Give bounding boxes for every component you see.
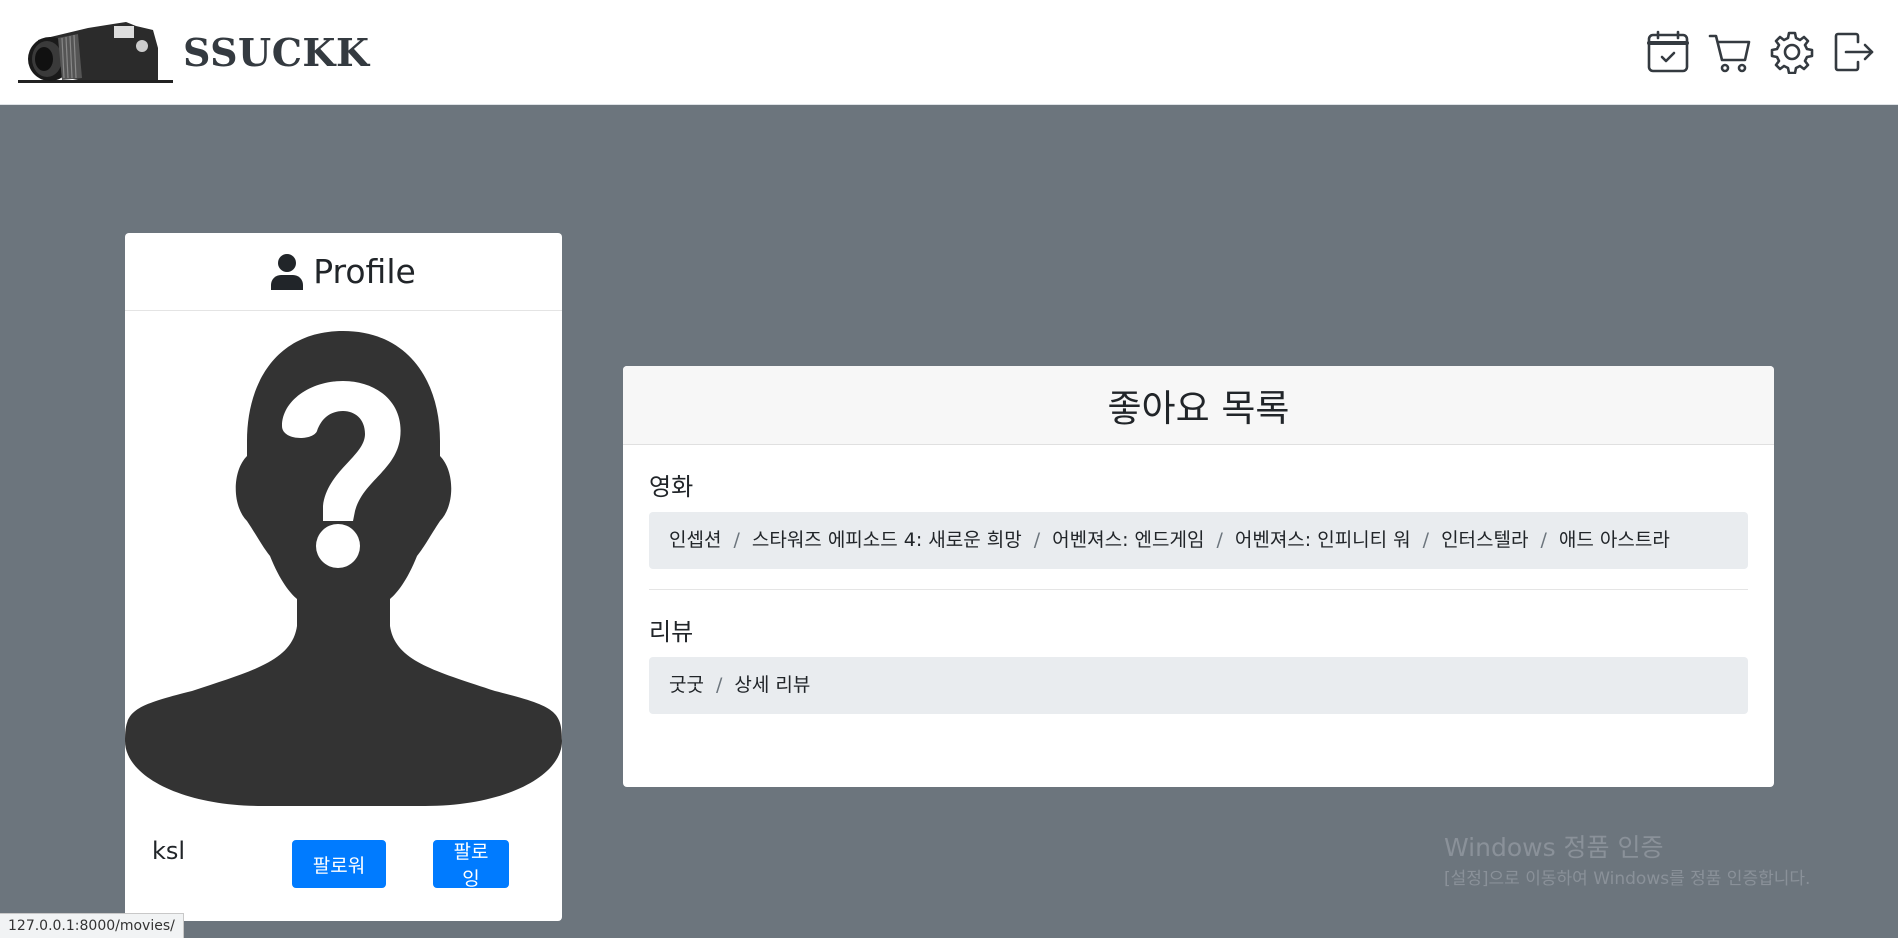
cart-icon[interactable] — [1708, 30, 1752, 74]
liked-movies-breadcrumb: 인셉션 / 스타워즈 에피소드 4: 새로운 희망 / 어벤져스: 엔드게임 /… — [649, 512, 1748, 569]
windows-activation-watermark: Windows 정품 인증 [설정]으로 이동하여 Windows를 정품 인증… — [1444, 833, 1810, 891]
profile-title: Profile — [313, 252, 416, 291]
watermark-subtitle: [설정]으로 이동하여 Windows를 정품 인증합니다. — [1444, 869, 1811, 889]
liked-movie-link[interactable]: 어벤져스: 엔드게임 — [1052, 526, 1204, 555]
gear-icon[interactable] — [1770, 30, 1814, 75]
profile-footer: ksl 팔로워 팔로잉 — [125, 823, 562, 903]
nav-icon-group — [1646, 30, 1876, 75]
brand-link[interactable]: SSUCKK — [18, 18, 370, 86]
breadcrumb-separator: / — [1216, 529, 1223, 551]
breadcrumb-separator: / — [733, 529, 740, 551]
movies-section-title: 영화 — [649, 473, 694, 501]
avatar — [125, 331, 562, 806]
liked-review-link[interactable]: 굿굿 — [669, 671, 704, 700]
breadcrumb-separator: / — [1033, 529, 1041, 551]
likes-card: 좋아요 목록 영화 인셉션 / 스타워즈 에피소드 4: 새로운 희망 / 어벤… — [623, 366, 1774, 787]
follower-button[interactable]: 팔로워 — [292, 840, 386, 888]
liked-movie-link[interactable]: 인셉션 — [669, 526, 721, 555]
liked-review-link[interactable]: 상세 리뷰 — [734, 671, 810, 700]
breadcrumb-separator: / — [1422, 529, 1430, 551]
section-divider — [649, 589, 1748, 590]
liked-reviews-breadcrumb: 굿굿 / 상세 리뷰 — [649, 657, 1748, 714]
profile-header: Profile — [125, 233, 562, 311]
likes-body: 영화 인셉션 / 스타워즈 에피소드 4: 새로운 희망 / 어벤져스: 엔드게… — [623, 445, 1774, 714]
brand-name: SSUCKK — [183, 29, 370, 75]
likes-title: 좋아요 목록 — [623, 366, 1774, 445]
reviews-section-title: 리뷰 — [649, 618, 694, 646]
logout-icon[interactable] — [1832, 30, 1876, 74]
following-button[interactable]: 팔로잉 — [433, 840, 509, 890]
username: ksl — [152, 837, 186, 865]
liked-movie-link[interactable]: 어벤져스: 인피니티 워 — [1235, 526, 1411, 555]
unknown-user-avatar-icon — [125, 331, 562, 806]
liked-movie-link[interactable]: 인터스텔라 — [1441, 526, 1528, 555]
calendar-check-icon[interactable] — [1646, 30, 1690, 74]
watermark-title: Windows 정품 인증 — [1444, 833, 1664, 862]
liked-movie-link[interactable]: 스타워즈 에피소드 4: 새로운 희망 — [752, 526, 1022, 555]
status-bar-url: 127.0.0.1:8000/movies/ — [0, 913, 184, 938]
user-icon — [271, 253, 304, 290]
profile-card: Profile ksl 팔로워 팔로잉 — [125, 233, 562, 921]
navbar: SSUCKK — [0, 0, 1898, 105]
breadcrumb-separator: / — [1540, 529, 1547, 551]
camera-logo-icon — [18, 22, 173, 83]
liked-movie-link[interactable]: 애드 아스트라 — [1559, 526, 1670, 555]
breadcrumb-separator: / — [715, 674, 723, 696]
